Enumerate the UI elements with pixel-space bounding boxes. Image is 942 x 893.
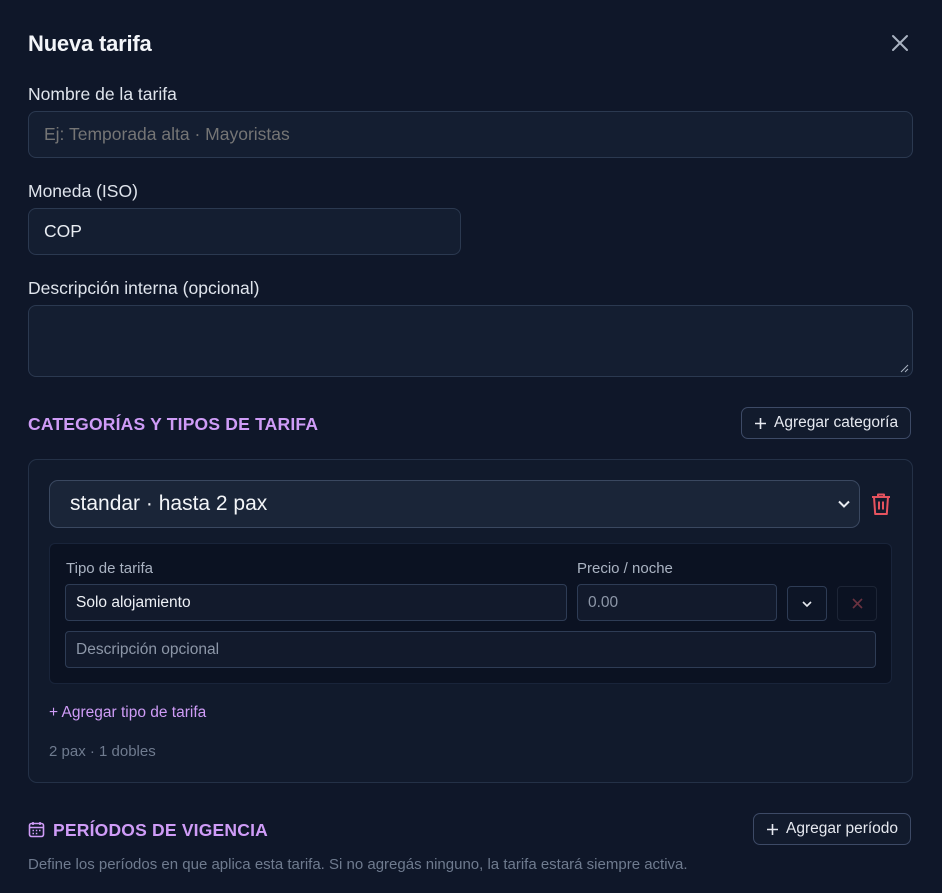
rate-description-input[interactable]: Descripción opcional (65, 631, 876, 668)
categories-section-title: CATEGORÍAS Y TIPOS DE TARIFA (28, 414, 319, 434)
name-label: Nombre de la tarifa (28, 84, 177, 104)
calendar-icon (28, 822, 45, 838)
currency-label: Moneda (ISO) (28, 181, 138, 201)
rate-type-label: Tipo de tarifa (66, 560, 153, 577)
price-label: Precio / noche (577, 560, 673, 577)
add-period-button[interactable]: Agregar período (753, 813, 912, 845)
add-category-label: Agregar categoría (774, 414, 899, 431)
periods-help-text: Define los períodos en que aplica esta t… (28, 856, 688, 873)
description-textarea[interactable] (28, 305, 913, 377)
close-icon[interactable] (888, 31, 912, 55)
category-select[interactable]: standar · hasta 2 pax (49, 480, 860, 528)
category-summary: 2 pax · 1 dobles (49, 743, 156, 760)
chevron-down-icon (838, 500, 850, 508)
chevron-down-icon (802, 600, 812, 607)
description-label: Descripción interna (opcional) (28, 278, 260, 298)
remove-rate-button[interactable] (837, 586, 877, 621)
add-period-label: Agregar período (786, 820, 899, 837)
periods-section-title: PERÍODOS DE VIGENCIA (53, 820, 269, 840)
plus-icon (767, 823, 778, 835)
add-rate-type-link[interactable]: + Agregar tipo de tarifa (49, 704, 206, 722)
currency-input[interactable]: COP (28, 208, 461, 255)
trash-icon[interactable] (870, 492, 892, 516)
category-select-value: standar · hasta 2 pax (70, 492, 268, 515)
plus-icon (755, 417, 766, 429)
new-rate-modal: Nueva tarifa Nombre de la tarifa Moneda … (0, 0, 942, 893)
expand-rate-button[interactable] (787, 586, 827, 621)
add-category-button[interactable]: Agregar categoría (741, 407, 912, 439)
rate-type-input[interactable]: Solo alojamiento (65, 584, 567, 621)
resize-handle-icon[interactable] (900, 364, 909, 373)
close-icon (851, 598, 863, 609)
name-input[interactable] (28, 111, 913, 158)
price-input[interactable]: 0.00 (577, 584, 777, 621)
modal-title: Nueva tarifa (28, 31, 152, 56)
